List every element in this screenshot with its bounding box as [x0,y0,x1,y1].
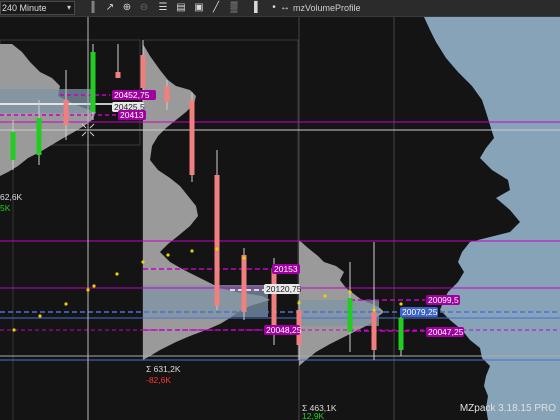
watermark: MZpack 3.18.15 PRO [460,403,556,414]
signal-dot [190,249,194,253]
candle-body [10,132,16,160]
bar-type-icon[interactable]: ║ [86,1,100,15]
session-stat: -82,6K [146,375,171,385]
chevron-down-icon: ▾ [66,3,71,12]
candle-body [115,72,121,78]
screenshot-icon[interactable]: ▣ [192,1,206,15]
candle-body [271,268,277,330]
price-label: 20413 [120,110,144,120]
signal-dot [323,294,327,298]
templates-icon[interactable]: ▤ [174,1,188,15]
properties-icon[interactable]: ☰ [156,1,170,15]
strategies-icon[interactable]: ▐ [247,1,261,15]
arrows-icon[interactable]: ↔ [278,1,292,15]
signal-dot [348,290,352,294]
session-stat: 12,9K [302,411,325,420]
timeframe-value: 240 Minute [2,3,47,13]
candle-body [189,100,195,175]
signal-dot [399,302,403,306]
candle-body [63,100,69,125]
left-value-area [0,89,95,113]
signal-dot [297,301,301,305]
price-chart[interactable]: 20452,7520425,5204132015320120,7520099,5… [0,17,560,420]
signal-dot [38,314,42,318]
signal-dot [12,328,16,332]
signal-dot [215,247,219,251]
indicators-icon[interactable]: ▒ [227,1,241,15]
candle-body [214,175,220,306]
price-label: 20048,25 [266,325,302,335]
signal-dot [372,308,376,312]
price-label: 20153 [274,264,298,274]
pointer-icon[interactable]: ↗ [103,1,117,15]
candle-body [398,318,404,350]
price-label: 20099,5 [428,295,459,305]
candle-body [241,255,247,312]
candle-body [347,298,353,332]
candle-body [371,312,377,350]
signal-dot [64,302,68,306]
price-label: 20047,25 [428,327,464,337]
signal-dot [141,260,145,264]
chart-toolbar: 240 Minute ▾ ║ ↗ ⊕ ⊖ ☰ ▤ ▣ ╱ ▒ ▐ • ↔ mzVolumeProfil… [0,0,560,17]
session-stat: 62,6K [0,192,23,202]
candle-body [36,118,42,155]
signal-dot [166,253,170,257]
session-stat: 5K [0,203,11,213]
candle-body [140,55,146,88]
price-label: 20452,75 [114,90,150,100]
zoom-out-icon[interactable]: ⊖ [137,1,151,15]
session-stat: Σ 631,2K [146,364,181,374]
signal-dot [115,272,119,276]
indicator-name: mzVolumeProfile [293,3,361,13]
price-label: 20079,25 [402,307,438,317]
candle-body [90,52,96,112]
zoom-in-icon[interactable]: ⊕ [120,1,134,15]
signal-dot [86,288,90,292]
signal-dot [92,284,96,288]
drawing-tools-icon[interactable]: ╱ [209,1,223,15]
signal-dot [242,256,246,260]
candle-body [164,86,170,102]
price-label: 20120,75 [266,284,302,294]
timeframe-selector[interactable]: 240 Minute ▾ [0,1,75,15]
right-value-area [299,300,379,326]
